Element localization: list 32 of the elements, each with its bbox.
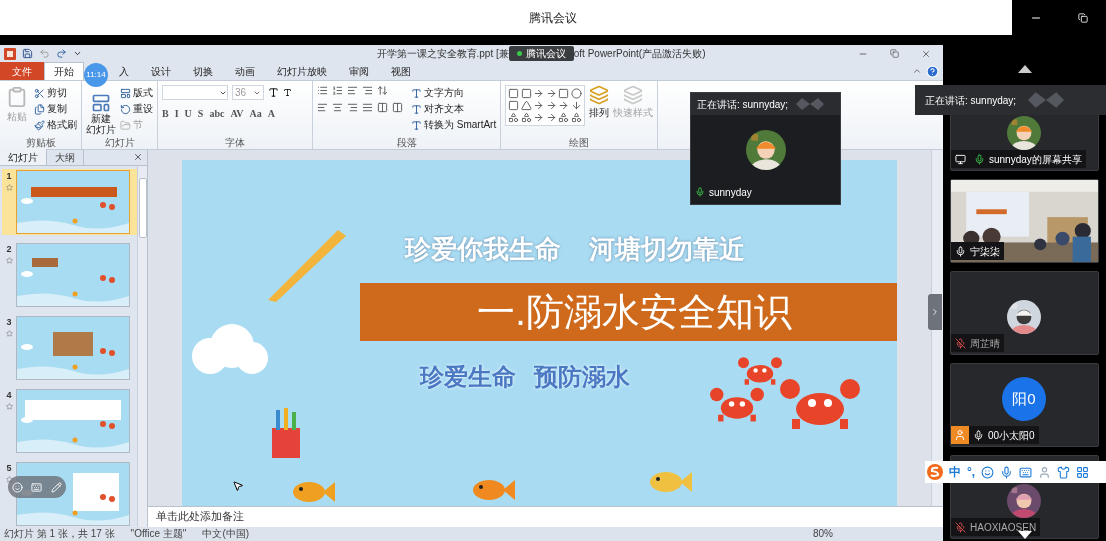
document-title: 开学第一课之安全教育.ppt [兼 [376,47,509,61]
status-text: "Office 主题" [130,528,187,540]
title-banner: 一.防溺水安全知识 [359,283,897,341]
slide-number: 3 [6,316,12,329]
status-text: 80% [813,528,833,540]
participant-name: 宁柒柒 [970,244,1000,259]
slide-headline: 河塘切勿靠近 [588,233,745,266]
participant-name: 周芷晴 [970,336,1000,351]
participant-name: sunnyday的屏幕共享 [989,152,1082,167]
speaker-caption: 正在讲话: sunnyday; [697,97,789,112]
meeting-indicator: 腾讯会议 [508,46,574,61]
window-title: 腾讯会议 [529,9,577,27]
participant-name: 00小太阳0 [988,428,1035,443]
avatar: 阳0 [1002,377,1046,421]
participant-name: HAOXIAOSEN [970,520,1037,535]
status-text: 幻灯片 第 1 张，共 17 张 [4,528,115,540]
time-tooltip: 11:14 [84,63,108,87]
slide-number: 5 [6,462,12,475]
speaker-name: sunnyday [709,185,752,200]
group-label: 段落 [395,136,418,149]
slide-number: 2 [6,243,12,256]
slide-headline: 珍爱你我生命 [404,233,561,266]
slide-number: 4 [6,389,12,402]
document-title: oft PowerPoint(产品激活失败) [573,47,706,61]
status-text: 中文(中国) [202,528,250,540]
slide-subtitle: 珍爱生命 [419,362,516,392]
group-label: 字体 [224,136,246,149]
slide-subtitle: 预防溺水 [533,362,630,392]
slide-number: 1 [6,170,12,183]
group-label: 剪贴板 [24,136,57,149]
group-label: 幻灯片 [103,136,136,149]
group-label: 绘图 [568,136,591,149]
